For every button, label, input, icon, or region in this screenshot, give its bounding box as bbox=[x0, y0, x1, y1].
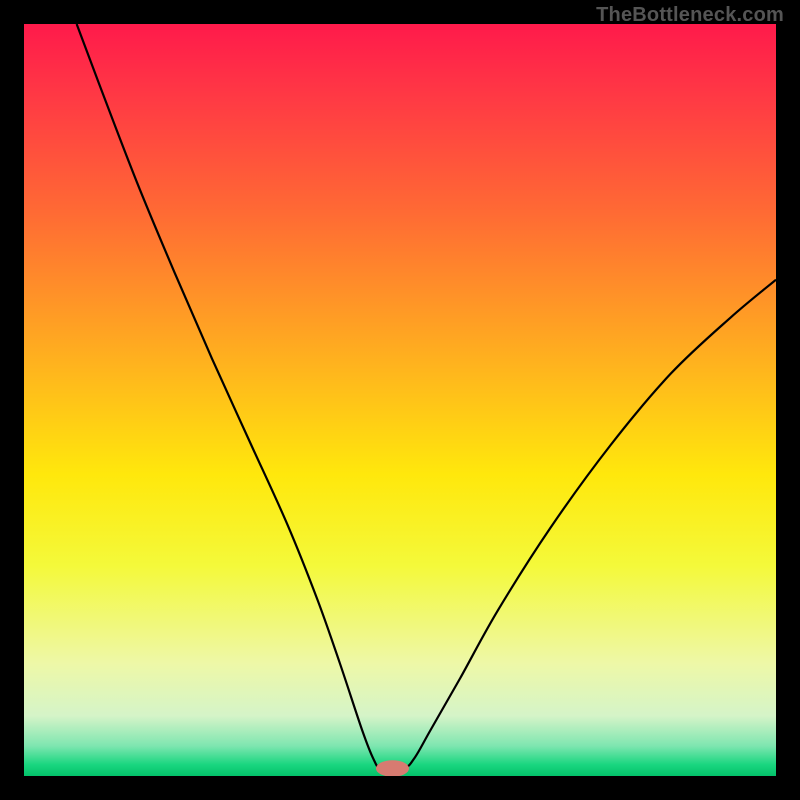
optimum-marker bbox=[376, 760, 409, 776]
gradient-background bbox=[24, 24, 776, 776]
plot-area bbox=[24, 24, 776, 776]
bottleneck-chart bbox=[24, 24, 776, 776]
chart-frame: TheBottleneck.com bbox=[0, 0, 800, 800]
watermark-text: TheBottleneck.com bbox=[596, 4, 784, 27]
